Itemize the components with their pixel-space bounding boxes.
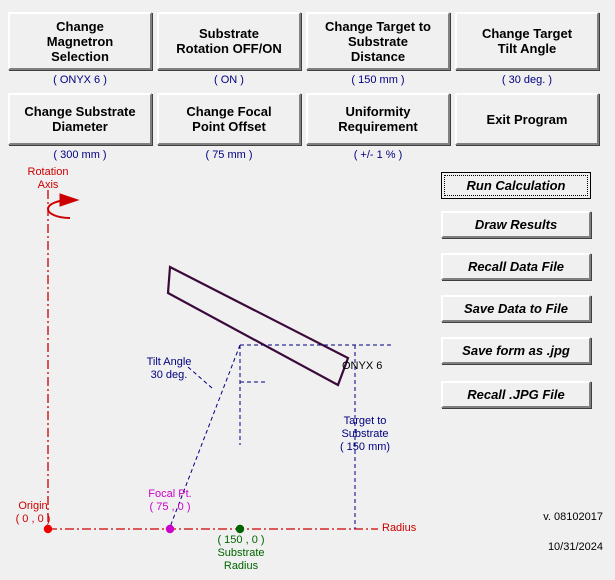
focal-point-label: Focal Pt. ( 75 , 0 ) bbox=[148, 488, 192, 513]
change-substrate-diameter-button[interactable]: Change Substrate Diameter bbox=[8, 93, 152, 145]
substrate-radius-point-marker bbox=[235, 524, 245, 534]
radius-axis-label: Radius bbox=[382, 522, 417, 534]
save-data-to-file-button[interactable]: Save Data to File bbox=[441, 295, 591, 322]
button-label: Save Data to File bbox=[463, 301, 569, 316]
magnetron-selection-value: ( ONYX 6 ) bbox=[53, 74, 107, 86]
button-label: Change Target to Substrate Distance bbox=[325, 18, 431, 64]
recall-data-file-button[interactable]: Recall Data File bbox=[441, 253, 591, 280]
button-label: Run Calculation bbox=[466, 178, 566, 193]
recall-jpg-file-button[interactable]: Recall .JPG File bbox=[441, 381, 591, 408]
button-label: Save form as .jpg bbox=[462, 343, 570, 358]
draw-results-button[interactable]: Draw Results bbox=[441, 211, 591, 238]
button-label: Recall Data File bbox=[467, 259, 565, 274]
exit-program-button[interactable]: Exit Program bbox=[455, 93, 599, 145]
target-to-substrate-label: Target to Substrate ( 150 mm) bbox=[339, 415, 391, 453]
change-focal-point-offset-button[interactable]: Change Focal Point Offset bbox=[157, 93, 301, 145]
button-label: Uniformity Requirement bbox=[338, 104, 418, 134]
button-label: Exit Program bbox=[486, 111, 568, 127]
button-label: Change Focal Point Offset bbox=[186, 104, 272, 134]
substrate-rotation-value: ( ON ) bbox=[214, 74, 244, 86]
change-target-tilt-angle-button[interactable]: Change Target Tilt Angle bbox=[455, 12, 599, 70]
version-number: v. 08102017 bbox=[543, 511, 603, 523]
tilt-angle-label: Tilt Angle 30 deg. bbox=[146, 356, 192, 381]
run-calculation-button[interactable]: Run Calculation bbox=[441, 172, 591, 199]
target-tilt-angle-value: ( 30 deg. ) bbox=[501, 74, 553, 86]
button-label: Change Substrate Diameter bbox=[24, 104, 136, 134]
save-form-as-jpg-button[interactable]: Save form as .jpg bbox=[441, 337, 591, 364]
uniformity-requirement-button[interactable]: Uniformity Requirement bbox=[306, 93, 450, 145]
build-date: 10/31/2024 bbox=[547, 541, 603, 553]
origin-label: Origin ( 0 , 0 ) bbox=[15, 500, 51, 525]
change-target-to-substrate-distance-button[interactable]: Change Target to Substrate Distance bbox=[306, 12, 450, 70]
geometry-diagram: Rotation Axis Tilt Angle 30 deg. ONYX 6 … bbox=[0, 160, 440, 580]
rotation-arrow-head bbox=[59, 193, 80, 207]
button-label: Draw Results bbox=[474, 217, 558, 232]
rotation-axis-label: Rotation Axis bbox=[27, 166, 69, 191]
magnetron-model-label: ONYX 6 bbox=[342, 360, 383, 372]
target-to-substrate-distance-value: ( 150 mm ) bbox=[351, 74, 405, 86]
button-label: Change Target Tilt Angle bbox=[481, 26, 573, 56]
substrate-radius-label: ( 150 , 0 ) Substrate Radius bbox=[217, 534, 265, 572]
version-info: v. 08102017 10/31/2024 bbox=[543, 495, 603, 570]
focal-point-marker bbox=[165, 524, 175, 534]
button-label: Recall .JPG File bbox=[467, 387, 565, 402]
origin-point-marker bbox=[43, 524, 53, 534]
change-magnetron-selection-button[interactable]: Change Magnetron Selection bbox=[8, 12, 152, 70]
button-label: Change Magnetron Selection bbox=[46, 18, 114, 64]
button-label: Substrate Rotation OFF/ON bbox=[176, 26, 282, 56]
application-window: Change Magnetron Selection ( ONYX 6 ) Su… bbox=[0, 0, 615, 580]
substrate-rotation-toggle-button[interactable]: Substrate Rotation OFF/ON bbox=[157, 12, 301, 70]
